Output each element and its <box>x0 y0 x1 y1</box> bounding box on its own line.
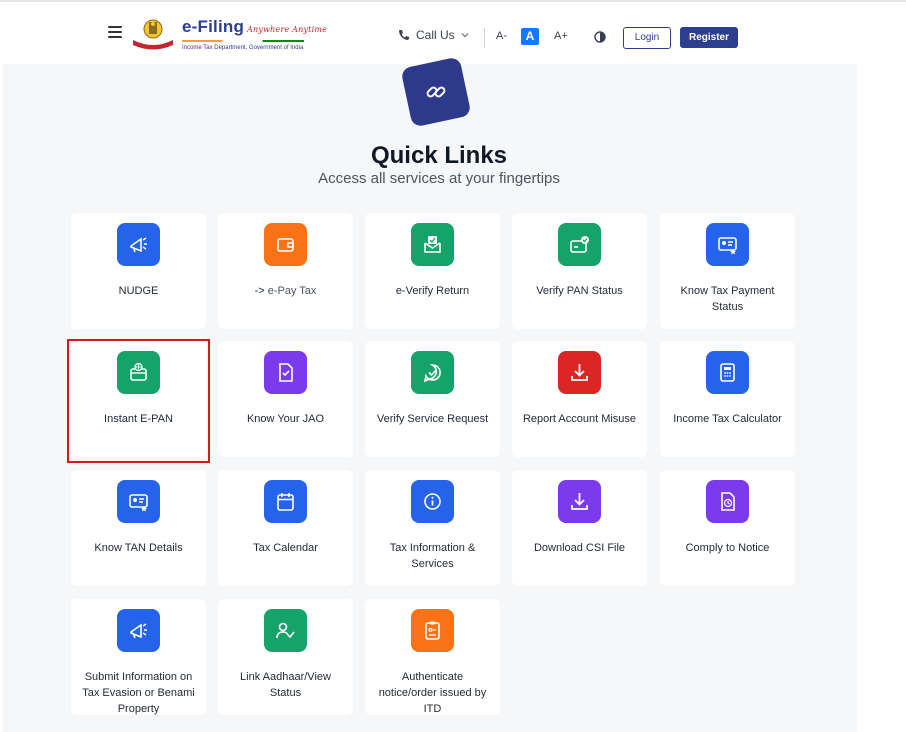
quick-link-label: Link Aadhaar/View Status <box>240 671 331 699</box>
quick-link-verify-pan-status[interactable]: Verify PAN Status <box>512 213 647 329</box>
page-subtitle: Access all services at your fingertips <box>318 170 560 187</box>
quick-link-comply-to-notice[interactable]: Comply to Notice <box>660 470 795 586</box>
chat-check-icon <box>411 351 454 394</box>
quick-link-instant-epan[interactable]: Instant E-PAN <box>71 341 206 457</box>
globe-card-icon <box>117 351 160 394</box>
quick-link-know-tax-payment-status[interactable]: Know Tax Payment Status <box>660 213 795 329</box>
chevron-down-icon <box>461 33 469 38</box>
brand[interactable]: e-Filing Anywhere Anytime Income Tax Depa… <box>182 18 327 51</box>
phone-icon <box>399 30 409 40</box>
quick-link-label: Download CSI File <box>533 542 626 554</box>
clipboard-icon <box>411 609 454 652</box>
quick-link-tax-information-services[interactable]: Tax Information & Services <box>365 470 500 586</box>
document-check-icon <box>264 351 307 394</box>
calendar-icon <box>264 480 307 523</box>
call-us-label: Call Us <box>416 28 455 42</box>
calculator-icon <box>706 351 749 394</box>
quick-link-label: NUDGE <box>118 285 159 297</box>
arrow-prefix: -> <box>254 285 268 297</box>
quick-link-label: Know Your JAO <box>246 413 325 425</box>
contrast-toggle-icon[interactable] <box>594 31 606 43</box>
page-title: Quick Links <box>370 142 508 169</box>
font-default-button[interactable]: A <box>521 28 539 45</box>
quick-link-everify-return[interactable]: e-Verify Return <box>365 213 500 329</box>
quick-link-tax-calendar[interactable]: Tax Calendar <box>218 470 353 586</box>
font-decrease-button[interactable]: A- <box>496 30 507 42</box>
quick-link-label: Authenticate notice/order issued by ITD <box>378 671 487 715</box>
quick-link-label: Comply to Notice <box>685 542 770 554</box>
id-card-icon <box>117 480 160 523</box>
brand-tagline: Anywhere Anytime <box>247 25 328 34</box>
header-divider <box>484 28 485 48</box>
quick-link-nudge[interactable]: NUDGE <box>71 213 206 329</box>
id-card-icon <box>706 223 749 266</box>
quick-link-know-your-jao[interactable]: Know Your JAO <box>218 341 353 457</box>
login-button[interactable]: Login <box>623 27 671 49</box>
quick-link-label: Income Tax Calculator <box>673 413 782 425</box>
wallet-icon <box>264 223 307 266</box>
call-us-dropdown[interactable]: Call Us <box>398 28 469 42</box>
quick-link-authenticate-notice[interactable]: Authenticate notice/order issued by ITD <box>365 599 500 715</box>
quick-link-label: Tax Information & Services <box>389 542 476 570</box>
card-check-icon <box>558 223 601 266</box>
quick-link-download-csi-file[interactable]: Download CSI File <box>512 470 647 586</box>
site-header: e-Filing Anywhere Anytime Income Tax Depa… <box>0 2 906 64</box>
download-icon <box>558 480 601 523</box>
brand-subtitle: Income Tax Department, Government of Ind… <box>182 45 304 51</box>
hamburger-menu-icon[interactable] <box>108 26 122 38</box>
font-increase-button[interactable]: A+ <box>554 30 568 42</box>
quick-link-report-account-misuse[interactable]: Report Account Misuse <box>512 341 647 457</box>
quick-link-label: Know Tax Payment Status <box>680 285 775 313</box>
quick-link-label: Report Account Misuse <box>522 413 637 425</box>
megaphone-icon <box>117 609 160 652</box>
quick-link-submit-information-tax-evasion[interactable]: Submit Information on Tax Evasion or Ben… <box>71 599 206 715</box>
quick-link-link-aadhaar[interactable]: Link Aadhaar/View Status <box>218 599 353 715</box>
brand-title: e-Filing <box>182 17 245 36</box>
quick-link-verify-service-request[interactable]: Verify Service Request <box>365 341 500 457</box>
notice-clock-icon <box>706 480 749 523</box>
quick-link-know-tan-details[interactable]: Know TAN Details <box>71 470 206 586</box>
megaphone-icon <box>117 223 160 266</box>
emblem-logo-icon <box>130 14 176 52</box>
quick-link-label: Tax Calendar <box>253 542 318 554</box>
quick-link-epay-tax[interactable]: -> e-Pay Tax <box>218 213 353 329</box>
quick-link-label: Verify PAN Status <box>536 285 623 297</box>
info-icon <box>411 480 454 523</box>
brand-tricolor-bar <box>182 40 304 42</box>
quick-link-label: e-Verify Return <box>395 285 470 297</box>
quick-link-label: Know TAN Details <box>94 542 183 554</box>
link-icon <box>400 56 472 128</box>
register-button[interactable]: Register <box>680 27 738 48</box>
verify-envelope-icon <box>411 223 454 266</box>
download-icon <box>558 351 601 394</box>
quick-link-label: Verify Service Request <box>376 413 489 425</box>
quick-link-income-tax-calculator[interactable]: Income Tax Calculator <box>660 341 795 457</box>
epay-tax-link[interactable]: e-Pay Tax <box>268 285 317 297</box>
quick-link-label: Instant E-PAN <box>104 413 173 425</box>
quick-link-label: -> e-Pay Tax <box>226 283 345 299</box>
user-check-icon <box>264 609 307 652</box>
quick-link-label: Submit Information on Tax Evasion or Ben… <box>82 671 195 715</box>
